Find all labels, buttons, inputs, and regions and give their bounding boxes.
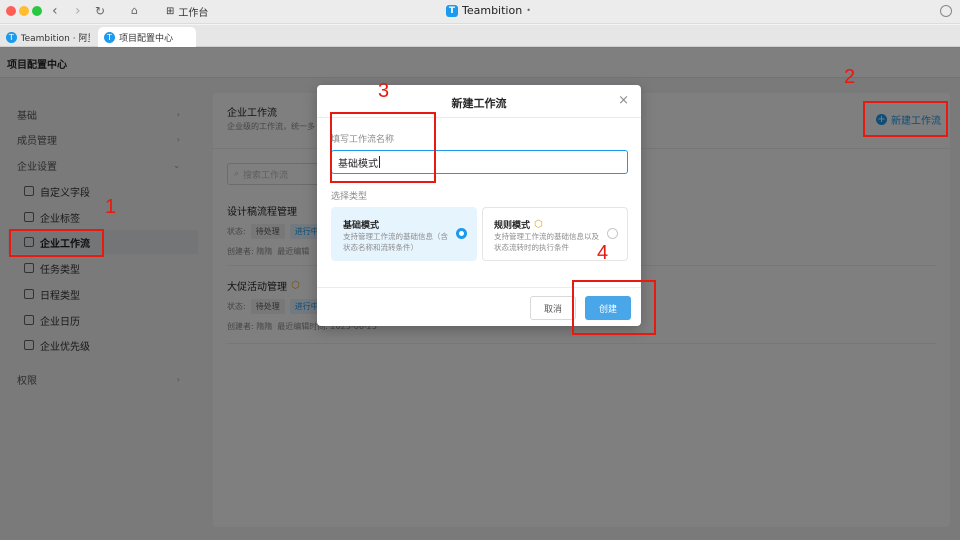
type-description: 支持管理工作流的基础信息以及状态流转时的执行条件 <box>494 232 599 252</box>
type-name: 规则模式 ⬡ <box>494 219 543 231</box>
annotation-box-1 <box>9 229 104 257</box>
rule-mode-icon: ⬡ <box>534 219 543 230</box>
app-title: T Teambition • <box>446 4 531 17</box>
type-option-basic[interactable]: 基础模式 支持管理工作流的基础信息（含状态名称和流转条件） <box>331 207 477 261</box>
teambition-tab-icon: T <box>104 31 115 43</box>
close-window-button[interactable] <box>6 6 16 16</box>
maximize-window-button[interactable] <box>32 6 42 16</box>
tab-bar: T Teambition · 阿里巴巴 T 项目配置中心 <box>0 25 960 47</box>
tab-label: 项目配置中心 <box>119 33 174 44</box>
title-bar: ‹ › ↻ ⌂ ⊞ 工作台 T Teambition • <box>0 0 960 24</box>
type-description: 支持管理工作流的基础信息（含状态名称和流转条件） <box>343 232 448 252</box>
teambition-logo-icon: T <box>446 4 458 17</box>
window-menu-icon[interactable] <box>940 5 952 17</box>
cancel-button[interactable]: 取消 <box>530 296 576 320</box>
tab-config-center[interactable]: T 项目配置中心 <box>98 27 196 47</box>
forward-icon[interactable]: › <box>75 3 81 19</box>
annotation-number-3: 3 <box>378 80 390 102</box>
teambition-tab-icon: T <box>6 31 17 43</box>
tab-label: Teambition · 阿里巴巴 <box>20 33 90 44</box>
workspace-label: 工作台 <box>178 8 209 19</box>
annotation-number-2: 2 <box>844 66 856 88</box>
radio-button[interactable] <box>456 228 467 239</box>
annotation-box-3 <box>330 112 436 183</box>
minimize-window-button[interactable] <box>19 6 29 16</box>
annotation-box-4 <box>572 280 656 335</box>
type-field-label: 选择类型 <box>331 192 368 202</box>
annotation-number-1: 1 <box>105 196 117 218</box>
dialog-title: 新建工作流 <box>451 97 507 110</box>
workspace-button[interactable]: ⊞ 工作台 <box>166 4 208 19</box>
grid-icon: ⊞ <box>166 6 175 17</box>
tab-teambition[interactable]: T Teambition · 阿里巴巴 <box>0 27 96 47</box>
radio-button[interactable] <box>607 228 618 239</box>
refresh-icon[interactable]: ↻ <box>95 3 105 19</box>
app-title-suffix: • <box>526 6 531 15</box>
type-name: 基础模式 <box>343 221 380 231</box>
annotation-number-4: 4 <box>597 242 609 264</box>
home-icon[interactable]: ⌂ <box>131 3 138 19</box>
app-title-text: Teambition <box>462 4 523 17</box>
annotation-box-2 <box>863 101 948 137</box>
back-icon[interactable]: ‹ <box>52 3 58 19</box>
close-icon[interactable]: × <box>618 93 629 108</box>
